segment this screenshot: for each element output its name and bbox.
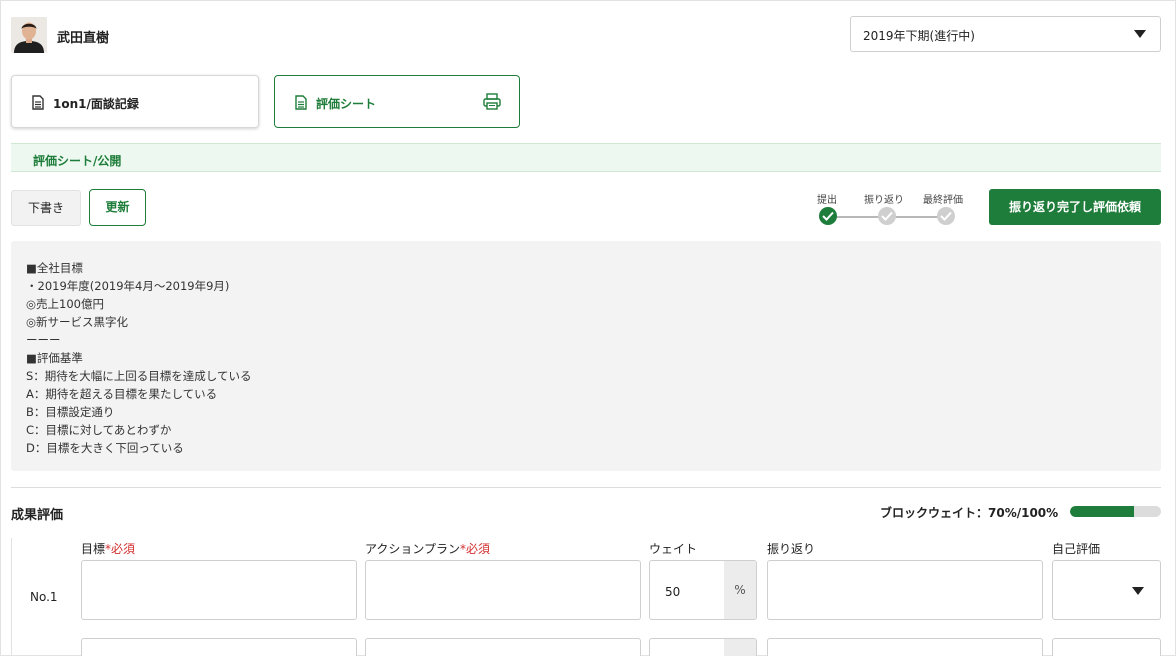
avatar xyxy=(11,17,47,53)
column-header-goal: 目標*必須 xyxy=(81,540,135,557)
row-number-label: No.1 xyxy=(30,590,58,604)
guide-line: ーーー xyxy=(26,333,61,347)
performance-title: 成果評価 xyxy=(11,508,64,523)
update-button[interactable]: 更新 xyxy=(89,189,146,226)
action-plan-input[interactable] xyxy=(365,560,641,620)
step-label-final: 最終評価 xyxy=(923,195,963,206)
chevron-down-icon xyxy=(1132,587,1144,595)
user-name: 武田直樹 xyxy=(57,31,110,46)
guide-line: A：期待を超える目標を果たしている xyxy=(26,387,218,401)
check-icon xyxy=(881,211,893,221)
weight-input-value: 50 xyxy=(665,585,681,599)
block-weight-progress-fill xyxy=(1070,506,1134,517)
reflection-input[interactable] xyxy=(767,638,1043,656)
action-plan-input[interactable] xyxy=(365,638,641,656)
step-label-reflection: 振り返り xyxy=(864,195,904,206)
guide-line: B：目標設定通り xyxy=(26,405,115,419)
reflection-input[interactable] xyxy=(767,560,1043,620)
step-label-submit: 提出 xyxy=(817,195,837,206)
required-mark: *必須 xyxy=(460,542,491,556)
tab-evaluation-label: 評価シート xyxy=(316,97,377,111)
chevron-down-icon xyxy=(1134,30,1146,38)
draft-button[interactable]: 下書き xyxy=(11,190,81,226)
self-evaluation-select[interactable] xyxy=(1052,638,1161,656)
required-mark: *必須 xyxy=(105,542,136,556)
tab-1on1-record[interactable]: 1on1/面談記録 xyxy=(11,75,259,128)
evaluation-guidelines: ■全社目標 ・2019年度(2019年4月～2019年9月) ◎売上100億円 … xyxy=(11,241,1161,471)
check-icon xyxy=(940,211,952,221)
column-header-self-evaluation: 自己評価 xyxy=(1052,542,1101,556)
goal-input[interactable] xyxy=(81,560,357,620)
column-header-reflection: 振り返り xyxy=(767,542,816,556)
section-title: 評価シート/公開 xyxy=(33,154,122,168)
tab-1on1-label: 1on1/面談記録 xyxy=(53,97,139,111)
section-header: 評価シート/公開 xyxy=(11,143,1161,172)
tab-evaluation-sheet[interactable]: 評価シート xyxy=(274,75,520,128)
guide-line: ■評価基準 xyxy=(26,351,83,365)
guide-line: C：目標に対してあとわずか xyxy=(26,423,172,437)
printer-icon[interactable] xyxy=(483,93,501,113)
goal-input[interactable] xyxy=(81,638,357,656)
weight-unit-label: % xyxy=(724,561,756,619)
period-select-value: 2019年下期(進行中) xyxy=(863,29,975,43)
document-icon xyxy=(32,95,44,113)
guide-line: ◎新サービス黒字化 xyxy=(26,315,129,329)
step-connector xyxy=(836,216,881,218)
document-icon xyxy=(295,95,307,113)
step-final-pending xyxy=(937,207,955,225)
guide-line: ・2019年度(2019年4月～2019年9月) xyxy=(26,279,230,293)
column-header-goal-label: 目標 xyxy=(81,542,106,556)
complete-reflection-button[interactable]: 振り返り完了し評価依頼 xyxy=(989,189,1161,225)
divider xyxy=(11,538,12,656)
guide-line: ◎売上100億円 xyxy=(26,297,104,311)
column-header-weight: ウェイト xyxy=(649,542,698,556)
weight-input[interactable] xyxy=(649,638,757,656)
block-weight-label: ブロックウェイト：70%/100% xyxy=(880,506,1059,520)
divider xyxy=(11,487,1161,488)
step-reflection-pending xyxy=(878,207,896,225)
column-header-action-plan: アクションプラン*必須 xyxy=(365,540,490,557)
self-evaluation-select[interactable] xyxy=(1052,560,1161,620)
guide-line: S：期待を大幅に上回る目標を達成している xyxy=(26,369,252,383)
weight-input[interactable]: 50 % xyxy=(649,560,757,620)
column-header-action-plan-label: アクションプラン xyxy=(365,542,461,556)
check-icon xyxy=(822,211,834,221)
guide-line: D：目標を大きく下回っている xyxy=(26,441,184,455)
step-submit-done xyxy=(819,207,837,225)
period-select[interactable]: 2019年下期(進行中) xyxy=(850,16,1161,52)
step-connector xyxy=(895,216,940,218)
weight-unit-placeholder xyxy=(724,639,756,656)
guide-line: ■全社目標 xyxy=(26,261,83,275)
block-weight-progress xyxy=(1070,506,1161,517)
